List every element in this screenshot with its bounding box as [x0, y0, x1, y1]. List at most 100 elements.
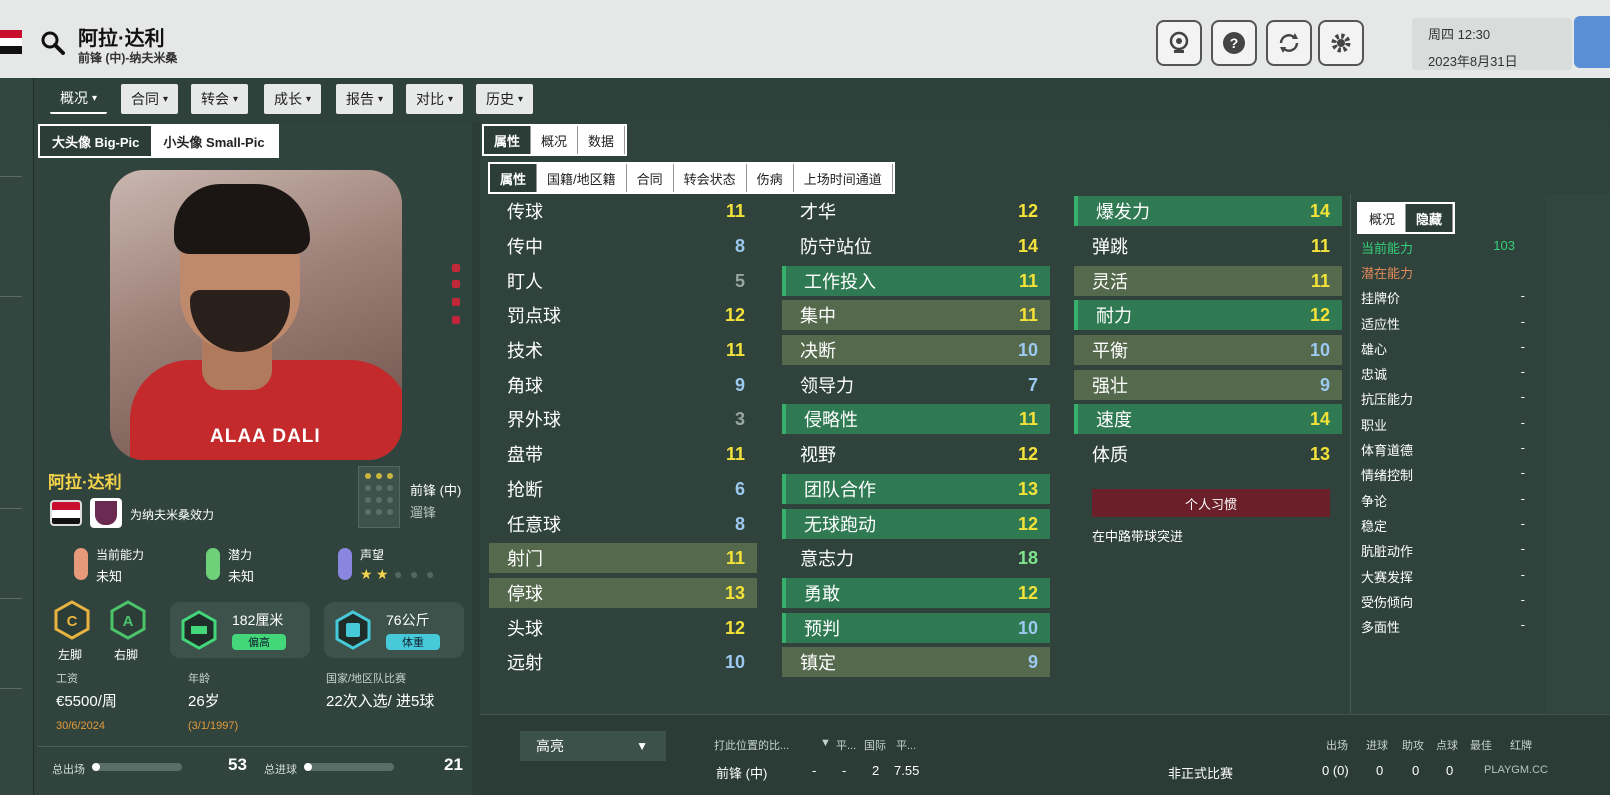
- column-header[interactable]: 打此位置的比...: [714, 737, 789, 753]
- attribute-row-key[interactable]: 决断 10: [782, 335, 1050, 365]
- attribute-row-key[interactable]: 射门 11: [489, 543, 757, 573]
- refresh-button[interactable]: [1266, 20, 1312, 66]
- subtab-playing-time[interactable]: 上场时间通道: [793, 164, 893, 192]
- search-icon[interactable]: [40, 30, 66, 56]
- subtab-injury[interactable]: 伤病: [746, 164, 794, 192]
- attribute-row-key[interactable]: 预判 10: [782, 613, 1050, 643]
- column-header[interactable]: 国际: [864, 737, 886, 753]
- attribute-name: 速度: [1096, 410, 1132, 430]
- attribute-row-key[interactable]: 平衡 10: [1074, 335, 1342, 365]
- attribute-row[interactable]: 角球 9: [489, 370, 757, 400]
- column-header[interactable]: 出场: [1326, 737, 1348, 753]
- attribute-value: 12: [724, 304, 745, 325]
- attribute-name: 传中: [507, 237, 543, 257]
- attribute-row-key[interactable]: 耐力 12: [1074, 300, 1342, 330]
- attribute-row[interactable]: 视野 12: [782, 439, 1050, 469]
- attribute-row-key[interactable]: 爆发力 14: [1074, 196, 1342, 226]
- attribute-row[interactable]: 弹跳 11: [1074, 231, 1342, 261]
- attribute-row[interactable]: 罚点球 12: [489, 300, 757, 330]
- attributes-panel: 属性 概况 数据 属性 国籍/地区籍 合同 转会状态 伤病 上场时间通道 传球 1…: [480, 122, 1610, 795]
- nation-flag-icon[interactable]: [50, 500, 82, 526]
- attribute-row[interactable]: 抢断 6: [489, 474, 757, 504]
- tab-hidden[interactable]: 隐藏: [1406, 204, 1454, 232]
- player-name: 阿拉·达利: [48, 473, 122, 492]
- hidden-name: 雄心: [1361, 342, 1388, 357]
- webcam-button[interactable]: [1156, 20, 1202, 66]
- tab-overview-view[interactable]: 概况: [531, 126, 579, 154]
- apps-label: 总出场: [52, 764, 85, 776]
- attribute-row[interactable]: 界外球 3: [489, 404, 757, 434]
- settings-button[interactable]: [1318, 20, 1364, 66]
- help-button[interactable]: ?: [1211, 20, 1257, 66]
- birth-date: (3/1/1997): [188, 720, 239, 732]
- subtab-nationality[interactable]: 国籍/地区籍: [537, 164, 627, 192]
- attribute-row[interactable]: 远射 10: [489, 647, 757, 677]
- attribute-row[interactable]: 传球 11: [489, 196, 757, 226]
- column-header[interactable]: 进球: [1366, 737, 1388, 753]
- attribute-row[interactable]: 意志力 18: [782, 543, 1050, 573]
- attribute-row-key[interactable]: 停球 13: [489, 578, 757, 608]
- svg-text:A: A: [123, 613, 134, 630]
- top-header: 阿拉·达利 前锋 (中)-纳夫米桑 ? 周四 12:30 2023年8月31日: [0, 0, 1610, 78]
- hidden-value: -: [1520, 339, 1525, 354]
- attribute-row[interactable]: 盯人 5: [489, 266, 757, 296]
- highlight-dropdown[interactable]: 高亮 ▼: [520, 731, 666, 761]
- attribute-row[interactable]: 盘带 11: [489, 439, 757, 469]
- attribute-row[interactable]: 才华 12: [782, 196, 1050, 226]
- tab-contract[interactable]: 合同 ▾: [121, 84, 179, 114]
- attribute-row-key[interactable]: 勇敢 12: [782, 578, 1050, 608]
- tab-reports[interactable]: 报告 ▾: [336, 84, 394, 114]
- hidden-row: 情绪控制 -: [1361, 461, 1525, 485]
- attribute-row-key[interactable]: 集中 11: [782, 300, 1050, 330]
- hidden-value: -: [1520, 617, 1525, 632]
- attribute-row-key[interactable]: 团队合作 13: [782, 474, 1050, 504]
- attribute-row[interactable]: 领导力 7: [782, 370, 1050, 400]
- sort-icon[interactable]: ▼: [820, 737, 831, 749]
- big-pic-button[interactable]: 大头像 Big-Pic: [40, 126, 152, 156]
- tab-compare[interactable]: 对比 ▾: [406, 84, 464, 114]
- small-pic-button[interactable]: 小头像 Small-Pic: [151, 126, 277, 156]
- attribute-row-key[interactable]: 无球跑动 12: [782, 509, 1050, 539]
- attribute-name: 领导力: [800, 376, 854, 396]
- attribute-row[interactable]: 体质 13: [1074, 439, 1342, 469]
- hidden-tabs: 概况 隐藏: [1357, 202, 1456, 234]
- column-header[interactable]: 助攻: [1402, 737, 1424, 753]
- tab-history[interactable]: 历史 ▾: [476, 84, 534, 114]
- attribute-row-key[interactable]: 镇定 9: [782, 647, 1050, 677]
- attribute-value: 5: [734, 270, 745, 291]
- stat-cell: -: [842, 763, 847, 778]
- tab-transfer[interactable]: 转会 ▾: [191, 84, 249, 114]
- column-header[interactable]: 平...: [896, 737, 916, 753]
- player-traits-button[interactable]: 个人习惯: [1092, 489, 1330, 517]
- tab-hidden-overview[interactable]: 概况: [1359, 204, 1407, 232]
- attribute-row[interactable]: 防守站位 14: [782, 231, 1050, 261]
- attribute-row-key[interactable]: 速度 14: [1074, 404, 1342, 434]
- club-badge-icon[interactable]: [90, 498, 122, 528]
- stat-cell: 0 (0): [1322, 763, 1349, 778]
- hidden-row: 肮脏动作 -: [1361, 537, 1525, 561]
- hidden-value: -: [1520, 592, 1525, 607]
- hidden-name: 大赛发挥: [1361, 570, 1414, 585]
- tab-development[interactable]: 成长 ▾: [264, 84, 322, 114]
- marker-icon: [452, 298, 460, 306]
- side-navigation-strip[interactable]: [0, 78, 34, 795]
- attribute-row[interactable]: 技术 11: [489, 335, 757, 365]
- attribute-name: 耐力: [1096, 306, 1132, 326]
- hidden-row: 稳定 -: [1361, 512, 1525, 536]
- column-header[interactable]: 平...: [836, 737, 856, 753]
- tab-overview[interactable]: 概况 ▾: [50, 84, 108, 114]
- attribute-row[interactable]: 头球 12: [489, 613, 757, 643]
- subtab-contract[interactable]: 合同: [626, 164, 674, 192]
- attribute-name: 工作投入: [804, 272, 876, 292]
- subtab-transfer-status[interactable]: 转会状态: [673, 164, 747, 192]
- continue-button[interactable]: [1574, 16, 1610, 68]
- attribute-row-key[interactable]: 工作投入 11: [782, 266, 1050, 296]
- attribute-row-key[interactable]: 侵略性 11: [782, 404, 1050, 434]
- attribute-row[interactable]: 任意球 8: [489, 509, 757, 539]
- attribute-row[interactable]: 传中 8: [489, 231, 757, 261]
- subtab-attributes[interactable]: 属性: [490, 164, 538, 192]
- attribute-row-key[interactable]: 灵活 11: [1074, 266, 1342, 296]
- tab-attributes[interactable]: 属性: [484, 126, 532, 154]
- attribute-row-key[interactable]: 强壮 9: [1074, 370, 1342, 400]
- tab-data[interactable]: 数据: [578, 126, 626, 154]
